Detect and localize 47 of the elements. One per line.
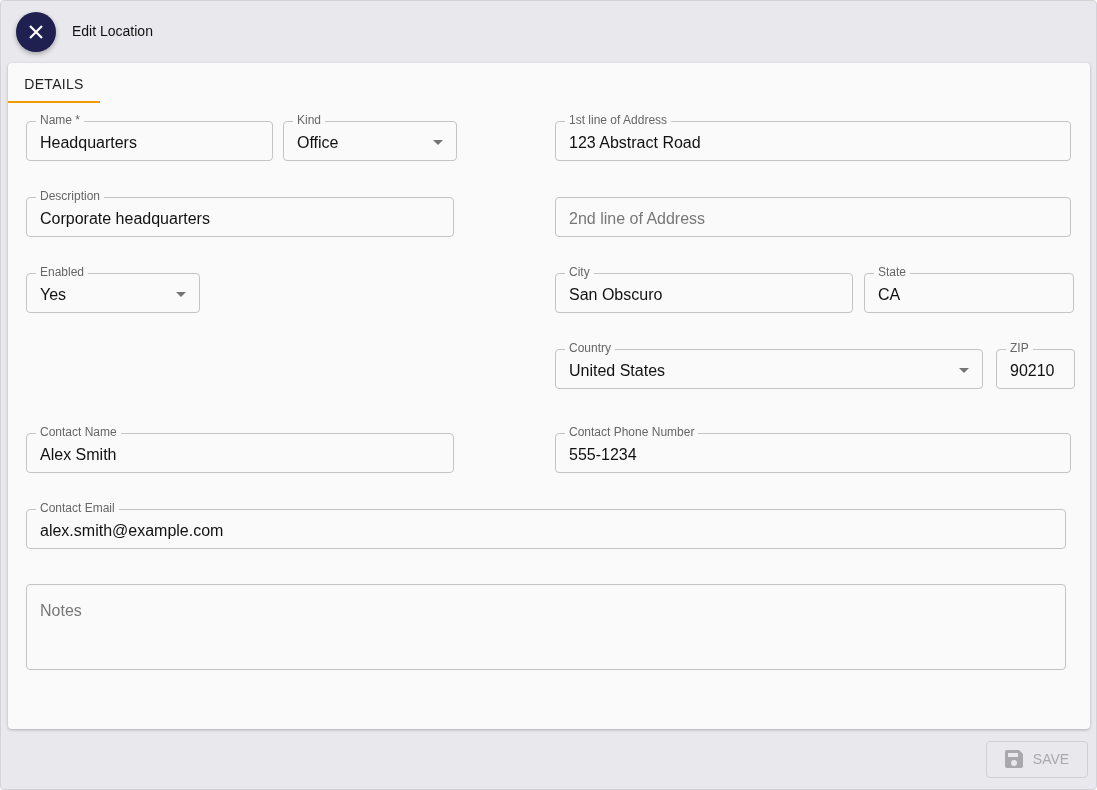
- field-label: Country: [565, 341, 616, 355]
- field-label: City: [565, 265, 594, 279]
- caret-icon: [959, 368, 969, 373]
- field-value: alex.smith@example.com: [40, 521, 224, 540]
- field-label: Name *: [36, 113, 84, 127]
- text-field[interactable]: ZIP 90210: [996, 341, 1075, 389]
- select-value: Yes: [39, 285, 68, 304]
- text-field[interactable]: 2nd line of Address: [555, 189, 1071, 237]
- select-value: Office: [296, 133, 340, 152]
- placeholder-text: Notes: [40, 602, 82, 620]
- close-icon: [28, 24, 44, 40]
- field-value: San Obscuro: [569, 285, 663, 304]
- select-field[interactable]: Kind Office: [283, 113, 457, 161]
- text-field[interactable]: Description Corporate headquarters: [26, 189, 454, 237]
- field-value: 123 Abstract Road: [569, 133, 701, 152]
- text-field[interactable]: City San Obscuro: [555, 265, 853, 313]
- field-label: Contact Name: [36, 425, 121, 439]
- caret-icon: [433, 140, 443, 145]
- caret-icon: [176, 292, 186, 297]
- select-field[interactable]: Enabled Yes: [26, 265, 200, 313]
- field-label: Kind: [293, 113, 326, 127]
- text-field[interactable]: Name * Headquarters: [26, 113, 273, 161]
- select-field[interactable]: Country United States: [555, 341, 983, 389]
- text-field[interactable]: Contact Email alex.smith@example.com: [26, 501, 1066, 549]
- field-value: Headquarters: [40, 133, 137, 152]
- field-value: 90210: [1010, 361, 1055, 380]
- field-value: CA: [878, 285, 901, 304]
- text-field[interactable]: State CA: [864, 265, 1074, 313]
- text-area[interactable]: Notes: [26, 576, 1066, 670]
- field-label: Enabled: [36, 265, 89, 279]
- field-label: Contact Phone Number: [565, 425, 699, 439]
- tab[interactable]: DETAILS: [8, 63, 100, 103]
- field-label: Description: [36, 189, 105, 203]
- text-field[interactable]: Contact Name Alex Smith: [26, 425, 454, 473]
- field-label: State: [874, 265, 911, 279]
- placeholder-text: 2nd line of Address: [569, 209, 706, 228]
- close-button[interactable]: [16, 12, 56, 52]
- dialog-title: Edit Location: [72, 23, 153, 39]
- text-field[interactable]: Contact Phone Number 555-1234: [555, 425, 1071, 473]
- text-field[interactable]: 1st line of Address 123 Abstract Road: [555, 113, 1071, 161]
- select-value: United States: [568, 361, 667, 380]
- field-value: 555-1234: [569, 445, 637, 464]
- field-value: Alex Smith: [40, 445, 117, 464]
- field-value: Corporate headquarters: [40, 209, 210, 228]
- field-label: Contact Email: [36, 501, 119, 515]
- field-label: ZIP: [1006, 341, 1033, 355]
- field-label: 1st line of Address: [565, 113, 672, 127]
